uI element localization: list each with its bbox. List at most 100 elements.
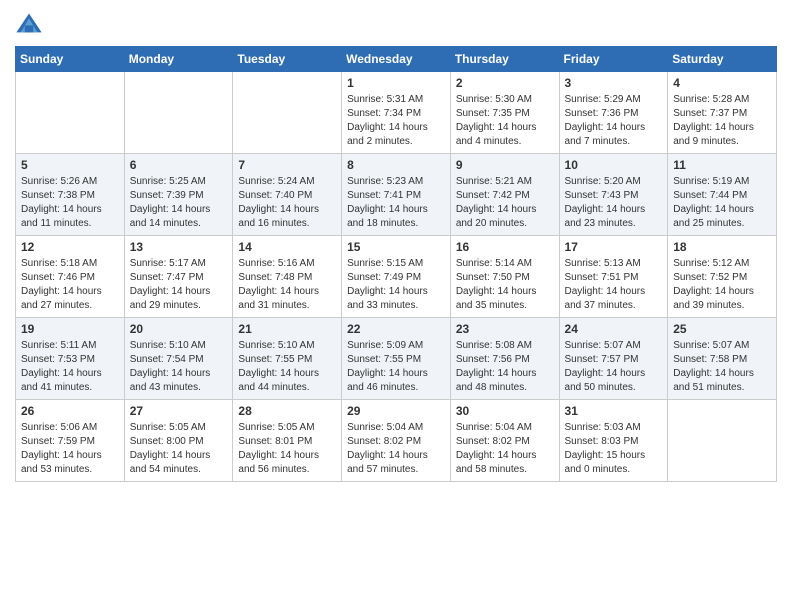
day-info: Sunrise: 5:18 AMSunset: 7:46 PMDaylight:… — [21, 257, 119, 313]
day-number: 29 — [347, 404, 445, 418]
calendar-cell: 30Sunrise: 5:04 AMSunset: 8:02 PMDayligh… — [450, 400, 559, 482]
day-number: 8 — [347, 158, 445, 172]
day-number: 16 — [456, 240, 554, 254]
day-number: 24 — [565, 322, 663, 336]
calendar-cell: 31Sunrise: 5:03 AMSunset: 8:03 PMDayligh… — [559, 400, 668, 482]
calendar-cell: 19 Sunrise: 5:11 AMSunset: 7:53 PMDayligh… — [16, 318, 125, 400]
logo-icon — [15, 10, 43, 38]
calendar-cell: 6 Sunrise: 5:25 AMSunset: 7:39 PMDaylight… — [124, 154, 233, 236]
day-info: Sunrise: 5:11 AMSunset: 7:53 PMDaylight:… — [21, 339, 119, 395]
calendar-cell — [233, 72, 342, 154]
calendar-cell: 5 Sunrise: 5:26 AMSunset: 7:38 PMDaylight… — [16, 154, 125, 236]
day-info: Sunrise: 5:13 AMSunset: 7:51 PMDaylight:… — [565, 257, 663, 313]
day-number: 12 — [21, 240, 119, 254]
calendar-week-1: 1 Sunrise: 5:31 AMSunset: 7:34 PMDaylight… — [16, 72, 777, 154]
day-header-saturday: Saturday — [668, 47, 777, 72]
calendar-cell: 13 Sunrise: 5:17 AMSunset: 7:47 PMDayligh… — [124, 236, 233, 318]
day-number: 23 — [456, 322, 554, 336]
calendar-cell: 14 Sunrise: 5:16 AMSunset: 7:48 PMDayligh… — [233, 236, 342, 318]
day-number: 14 — [238, 240, 336, 254]
day-number: 7 — [238, 158, 336, 172]
calendar-cell: 9Sunrise: 5:21 AMSunset: 7:42 PMDaylight… — [450, 154, 559, 236]
day-info: Sunrise: 5:12 AMSunset: 7:52 PMDaylight:… — [673, 257, 771, 313]
calendar-cell: 8 Sunrise: 5:23 AMSunset: 7:41 PMDaylight… — [342, 154, 451, 236]
day-number: 11 — [673, 158, 771, 172]
calendar-cell: 29 Sunrise: 5:04 AMSunset: 8:02 PMDayligh… — [342, 400, 451, 482]
day-info: Sunrise: 5:25 AMSunset: 7:39 PMDaylight:… — [130, 175, 228, 231]
day-header-monday: Monday — [124, 47, 233, 72]
day-info: Sunrise: 5:04 AMSunset: 8:02 PMDaylight:… — [347, 421, 445, 477]
day-info: Sunrise: 5:19 AMSunset: 7:44 PMDaylight:… — [673, 175, 771, 231]
day-number: 10 — [565, 158, 663, 172]
day-number: 2 — [456, 76, 554, 90]
calendar-cell: 28Sunrise: 5:05 AMSunset: 8:01 PMDayligh… — [233, 400, 342, 482]
calendar-cell: 1 Sunrise: 5:31 AMSunset: 7:34 PMDaylight… — [342, 72, 451, 154]
calendar-cell: 26Sunrise: 5:06 AMSunset: 7:59 PMDayligh… — [16, 400, 125, 482]
calendar-cell: 27Sunrise: 5:05 AMSunset: 8:00 PMDayligh… — [124, 400, 233, 482]
day-info: Sunrise: 5:24 AMSunset: 7:40 PMDaylight:… — [238, 175, 336, 231]
calendar-week-3: 12 Sunrise: 5:18 AMSunset: 7:46 PMDayligh… — [16, 236, 777, 318]
calendar-week-4: 19 Sunrise: 5:11 AMSunset: 7:53 PMDayligh… — [16, 318, 777, 400]
calendar-cell: 12 Sunrise: 5:18 AMSunset: 7:46 PMDayligh… — [16, 236, 125, 318]
calendar-cell: 21Sunrise: 5:10 AMSunset: 7:55 PMDayligh… — [233, 318, 342, 400]
calendar-cell: 16Sunrise: 5:14 AMSunset: 7:50 PMDayligh… — [450, 236, 559, 318]
day-info: Sunrise: 5:23 AMSunset: 7:41 PMDaylight:… — [347, 175, 445, 231]
day-info: Sunrise: 5:10 AMSunset: 7:54 PMDaylight:… — [130, 339, 228, 395]
day-info: Sunrise: 5:07 AMSunset: 7:57 PMDaylight:… — [565, 339, 663, 395]
calendar-cell: 18Sunrise: 5:12 AMSunset: 7:52 PMDayligh… — [668, 236, 777, 318]
calendar-cell: 2Sunrise: 5:30 AMSunset: 7:35 PMDaylight… — [450, 72, 559, 154]
day-info: Sunrise: 5:16 AMSunset: 7:48 PMDaylight:… — [238, 257, 336, 313]
day-info: Sunrise: 5:07 AMSunset: 7:58 PMDaylight:… — [673, 339, 771, 395]
day-number: 22 — [347, 322, 445, 336]
day-number: 6 — [130, 158, 228, 172]
day-info: Sunrise: 5:09 AMSunset: 7:55 PMDaylight:… — [347, 339, 445, 395]
calendar-week-2: 5 Sunrise: 5:26 AMSunset: 7:38 PMDaylight… — [16, 154, 777, 236]
day-info: Sunrise: 5:04 AMSunset: 8:02 PMDaylight:… — [456, 421, 554, 477]
calendar-cell: 20 Sunrise: 5:10 AMSunset: 7:54 PMDayligh… — [124, 318, 233, 400]
day-number: 26 — [21, 404, 119, 418]
day-number: 1 — [347, 76, 445, 90]
day-info: Sunrise: 5:10 AMSunset: 7:55 PMDaylight:… — [238, 339, 336, 395]
calendar-cell: 22 Sunrise: 5:09 AMSunset: 7:55 PMDayligh… — [342, 318, 451, 400]
calendar-header-row: SundayMondayTuesdayWednesdayThursdayFrid… — [16, 47, 777, 72]
day-info: Sunrise: 5:15 AMSunset: 7:49 PMDaylight:… — [347, 257, 445, 313]
day-info: Sunrise: 5:28 AMSunset: 7:37 PMDaylight:… — [673, 93, 771, 149]
calendar-cell: 24 Sunrise: 5:07 AMSunset: 7:57 PMDayligh… — [559, 318, 668, 400]
day-info: Sunrise: 5:31 AMSunset: 7:34 PMDaylight:… — [347, 93, 445, 149]
calendar-cell: 7 Sunrise: 5:24 AMSunset: 7:40 PMDaylight… — [233, 154, 342, 236]
day-number: 25 — [673, 322, 771, 336]
calendar-cell: 25 Sunrise: 5:07 AMSunset: 7:58 PMDayligh… — [668, 318, 777, 400]
day-info: Sunrise: 5:20 AMSunset: 7:43 PMDaylight:… — [565, 175, 663, 231]
calendar-cell — [16, 72, 125, 154]
day-header-wednesday: Wednesday — [342, 47, 451, 72]
calendar-cell: 23 Sunrise: 5:08 AMSunset: 7:56 PMDayligh… — [450, 318, 559, 400]
calendar-cell: 4 Sunrise: 5:28 AMSunset: 7:37 PMDaylight… — [668, 72, 777, 154]
day-number: 4 — [673, 76, 771, 90]
calendar-cell: 15Sunrise: 5:15 AMSunset: 7:49 PMDayligh… — [342, 236, 451, 318]
day-header-thursday: Thursday — [450, 47, 559, 72]
calendar-cell: 17 Sunrise: 5:13 AMSunset: 7:51 PMDayligh… — [559, 236, 668, 318]
day-info: Sunrise: 5:05 AMSunset: 8:01 PMDaylight:… — [238, 421, 336, 477]
day-info: Sunrise: 5:05 AMSunset: 8:00 PMDaylight:… — [130, 421, 228, 477]
day-info: Sunrise: 5:29 AMSunset: 7:36 PMDaylight:… — [565, 93, 663, 149]
calendar-week-5: 26Sunrise: 5:06 AMSunset: 7:59 PMDayligh… — [16, 400, 777, 482]
day-number: 17 — [565, 240, 663, 254]
day-number: 9 — [456, 158, 554, 172]
page: SundayMondayTuesdayWednesdayThursdayFrid… — [0, 0, 792, 497]
day-number: 13 — [130, 240, 228, 254]
day-number: 3 — [565, 76, 663, 90]
calendar-cell: 10 Sunrise: 5:20 AMSunset: 7:43 PMDayligh… — [559, 154, 668, 236]
day-header-sunday: Sunday — [16, 47, 125, 72]
day-info: Sunrise: 5:17 AMSunset: 7:47 PMDaylight:… — [130, 257, 228, 313]
day-number: 31 — [565, 404, 663, 418]
day-number: 19 — [21, 322, 119, 336]
day-number: 20 — [130, 322, 228, 336]
calendar-cell: 11 Sunrise: 5:19 AMSunset: 7:44 PMDayligh… — [668, 154, 777, 236]
day-info: Sunrise: 5:08 AMSunset: 7:56 PMDaylight:… — [456, 339, 554, 395]
day-number: 5 — [21, 158, 119, 172]
day-header-friday: Friday — [559, 47, 668, 72]
day-header-tuesday: Tuesday — [233, 47, 342, 72]
calendar-cell — [668, 400, 777, 482]
calendar-cell: 3 Sunrise: 5:29 AMSunset: 7:36 PMDaylight… — [559, 72, 668, 154]
day-info: Sunrise: 5:26 AMSunset: 7:38 PMDaylight:… — [21, 175, 119, 231]
